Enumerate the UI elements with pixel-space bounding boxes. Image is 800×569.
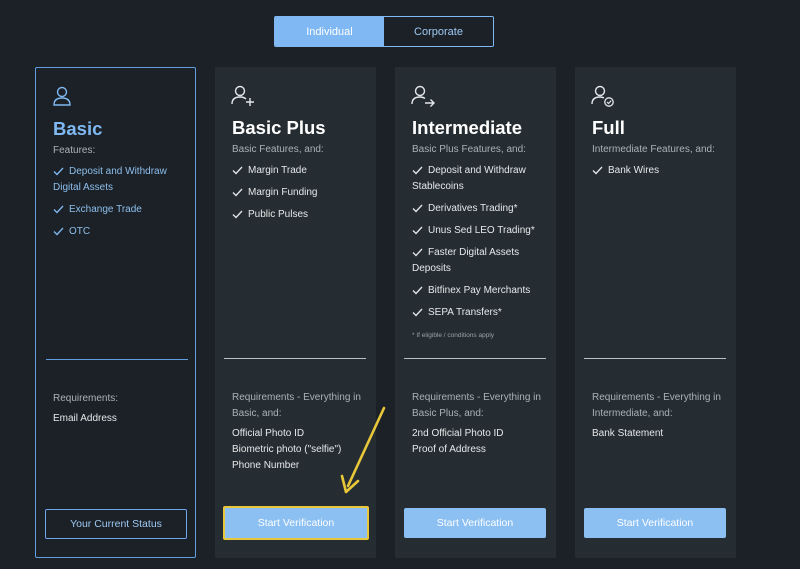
check-icon	[592, 166, 603, 175]
tab-individual[interactable]: Individual	[275, 17, 384, 46]
eligibility-footnote: * If eligible / conditions apply	[412, 332, 495, 339]
check-icon	[412, 204, 423, 213]
user-check-icon	[591, 85, 614, 107]
divider	[584, 358, 726, 359]
list-item: Public Pulses	[232, 207, 374, 223]
check-icon	[412, 166, 423, 175]
tier-title: Basic Plus	[232, 117, 326, 138]
tier-subtitle: Basic Features, and:	[232, 144, 324, 155]
list-item: Proof of Address	[412, 444, 486, 455]
tier-subtitle: Intermediate Features, and:	[592, 144, 715, 155]
list-item: 2nd Official Photo ID	[412, 428, 504, 439]
list-item: Bank Statement	[592, 428, 664, 439]
list-item: Bank Wires	[592, 163, 734, 179]
list-item: Exchange Trade	[53, 202, 195, 218]
requirements-label: Requirements - Everything in Intermediat…	[592, 392, 721, 419]
tier-title: Full	[592, 117, 625, 138]
user-arrow-icon	[411, 85, 435, 107]
list-item: Derivatives Trading*	[412, 201, 554, 217]
start-verification-button[interactable]: Start Verification	[584, 508, 726, 538]
list-item: Email Address	[53, 413, 117, 424]
check-icon	[53, 205, 64, 214]
card-intermediate: Intermediate Basic Plus Features, and: D…	[395, 67, 556, 558]
requirements-label: Requirements - Everything in Basic Plus,…	[412, 392, 541, 419]
divider	[404, 358, 546, 359]
list-item: OTC	[53, 224, 195, 240]
list-item: Deposit and Withdraw Digital Assets	[53, 166, 167, 193]
list-item: Deposit and Withdraw Stablecoins	[412, 165, 526, 192]
check-icon	[232, 188, 243, 197]
list-item: Bitfinex Pay Merchants	[412, 283, 554, 299]
start-verification-button[interactable]: Start Verification	[223, 506, 369, 540]
tier-subtitle: Features:	[53, 145, 96, 156]
list-item: Margin Funding	[232, 185, 374, 201]
account-type-tabs: Individual Corporate	[274, 16, 494, 47]
check-icon	[412, 248, 423, 257]
requirements-list: Email Address	[53, 411, 195, 427]
list-item: SEPA Transfers*	[412, 305, 554, 321]
feature-list: Deposit and Withdraw Digital Assets Exch…	[53, 164, 195, 246]
feature-list: Margin Trade Margin Funding Public Pulse…	[232, 163, 374, 229]
annotation-arrow-icon	[340, 406, 386, 494]
check-icon	[232, 210, 243, 219]
start-verification-button[interactable]: Start Verification	[404, 508, 546, 538]
divider	[224, 358, 366, 359]
list-item: Margin Trade	[232, 163, 374, 179]
check-icon	[412, 226, 423, 235]
requirements-list: 2nd Official Photo ID Proof of Address	[412, 426, 554, 458]
divider	[46, 359, 188, 360]
tier-title: Basic	[53, 118, 103, 139]
user-plus-icon	[231, 85, 254, 106]
requirements-label: Requirements:	[53, 393, 119, 404]
tier-subtitle: Basic Plus Features, and:	[412, 144, 526, 155]
tab-corporate[interactable]: Corporate	[384, 17, 493, 46]
check-icon	[412, 308, 423, 317]
list-item: Faster Digital Assets Deposits	[412, 247, 520, 274]
tier-title: Intermediate	[412, 117, 523, 138]
card-basic: Basic Features: Deposit and Withdraw Dig…	[35, 67, 196, 558]
check-icon	[232, 166, 243, 175]
feature-list: Deposit and Withdraw Stablecoins Derivat…	[412, 163, 554, 327]
card-full: Full Intermediate Features, and: Bank Wi…	[575, 67, 736, 558]
current-status-button[interactable]: Your Current Status	[45, 509, 187, 539]
feature-list: Bank Wires	[592, 163, 734, 185]
requirements-list: Bank Statement	[592, 426, 734, 442]
list-item: Unus Sed LEO Trading*	[412, 223, 554, 239]
check-icon	[412, 286, 423, 295]
user-icon	[53, 86, 71, 106]
check-icon	[53, 227, 64, 236]
check-icon	[53, 167, 64, 176]
